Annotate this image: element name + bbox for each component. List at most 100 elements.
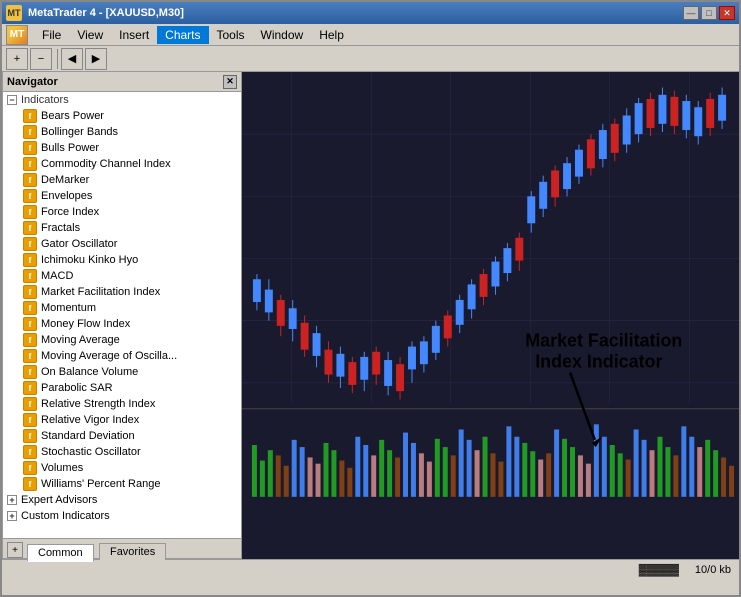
menu-help[interactable]: Help <box>311 26 352 44</box>
nav-item-cci[interactable]: f Commodity Channel Index <box>3 156 241 172</box>
navigator-content[interactable]: − Indicators f Bears Power f Bollinger B… <box>3 92 241 538</box>
nav-item-label: Moving Average <box>41 334 120 346</box>
navigator-tabs: + Common Favorites <box>3 538 241 558</box>
nav-item-envelopes[interactable]: f Envelopes <box>3 188 241 204</box>
indicator-icon: f <box>23 205 37 219</box>
menu-file[interactable]: File <box>34 26 69 44</box>
nav-item-label: Market Facilitation Index <box>41 286 160 298</box>
indicator-icon: f <box>23 317 37 331</box>
nav-item-label: Relative Vigor Index <box>41 414 139 426</box>
indicator-icon: f <box>23 365 37 379</box>
indicator-icon: f <box>23 109 37 123</box>
nav-item-label: Bulls Power <box>41 142 99 154</box>
expert-advisors-header[interactable]: + Expert Advisors <box>3 492 241 508</box>
navigator-close-button[interactable]: ✕ <box>223 75 237 89</box>
indicator-icon: f <box>23 285 37 299</box>
indicators-section-header[interactable]: − Indicators <box>3 92 241 108</box>
title-bar-left: MT MetaTrader 4 - [XAUUSD,M30] <box>6 5 184 21</box>
nav-item-mao[interactable]: f Moving Average of Oscilla... <box>3 348 241 364</box>
menu-insert[interactable]: Insert <box>111 26 157 44</box>
nav-item-money-flow[interactable]: f Money Flow Index <box>3 316 241 332</box>
tab-common[interactable]: Common <box>27 544 94 562</box>
indicator-icon: f <box>23 125 37 139</box>
nav-item-label: Williams' Percent Range <box>41 478 160 490</box>
menu-window[interactable]: Window <box>253 26 312 44</box>
nav-item-stochastic[interactable]: f Stochastic Oscillator <box>3 444 241 460</box>
nav-item-bollinger-bands[interactable]: f Bollinger Bands <box>3 124 241 140</box>
maximize-button[interactable]: □ <box>701 6 717 20</box>
navigator-panel: Navigator ✕ − Indicators f Bears Power f… <box>2 72 242 559</box>
nav-item-demarker[interactable]: f DeMarker <box>3 172 241 188</box>
nav-item-sar[interactable]: f Parabolic SAR <box>3 380 241 396</box>
indicator-icon: f <box>23 381 37 395</box>
nav-item-label: On Balance Volume <box>41 366 138 378</box>
nav-item-label: Commodity Channel Index <box>41 158 171 170</box>
indicator-icon: f <box>23 237 37 251</box>
indicator-icon: f <box>23 157 37 171</box>
indicator-icon: f <box>23 477 37 491</box>
minimize-button[interactable]: — <box>683 6 699 20</box>
tab-favorites[interactable]: Favorites <box>99 543 166 560</box>
menu-bar: MT File View Insert Charts Tools Window … <box>2 24 739 46</box>
nav-item-gator[interactable]: f Gator Oscillator <box>3 236 241 252</box>
title-bar-buttons: — □ ✕ <box>683 6 735 20</box>
nav-item-ichimoku[interactable]: f Ichimoku Kinko Hyo <box>3 252 241 268</box>
menu-view[interactable]: View <box>69 26 111 44</box>
toolbar-btn-1[interactable]: + <box>6 48 28 70</box>
close-button[interactable]: ✕ <box>719 6 735 20</box>
toolbar-btn-3[interactable]: ◀ <box>61 48 83 70</box>
nav-item-macd[interactable]: f MACD <box>3 268 241 284</box>
nav-item-label: Bears Power <box>41 110 104 122</box>
title-bar-title: MetaTrader 4 - [XAUUSD,M30] <box>28 7 184 19</box>
nav-item-label: Momentum <box>41 302 96 314</box>
indicator-icon: f <box>23 397 37 411</box>
nav-item-label: Ichimoku Kinko Hyo <box>41 254 138 266</box>
menu-charts[interactable]: Charts <box>157 26 208 44</box>
chart-svg: Market Facilitation Index Indicator <box>242 72 739 559</box>
ci-toggle[interactable]: + <box>7 511 17 521</box>
nav-add-button[interactable]: + <box>7 542 23 558</box>
nav-item-label: Fractals <box>41 222 80 234</box>
status-bar: ▓▓▓▓▓ 10/0 kb <box>2 559 739 579</box>
indicator-icon: f <box>23 461 37 475</box>
toolbar-btn-4[interactable]: ▶ <box>85 48 107 70</box>
nav-item-ma[interactable]: f Moving Average <box>3 332 241 348</box>
nav-item-fractals[interactable]: f Fractals <box>3 220 241 236</box>
indicator-icon: f <box>23 413 37 427</box>
nav-item-bears-power[interactable]: f Bears Power <box>3 108 241 124</box>
menu-items: File View Insert Charts Tools Window Hel… <box>34 26 352 44</box>
nav-item-rsi[interactable]: f Relative Strength Index <box>3 396 241 412</box>
navigator-header: Navigator ✕ <box>3 72 241 92</box>
app-icon: MT <box>6 5 22 21</box>
nav-item-label: Force Index <box>41 206 99 218</box>
custom-indicators-section: + Custom Indicators <box>3 508 241 524</box>
nav-item-volumes[interactable]: f Volumes <box>3 460 241 476</box>
toolbar-btn-2[interactable]: − <box>30 48 52 70</box>
nav-item-wpr[interactable]: f Williams' Percent Range <box>3 476 241 492</box>
nav-item-force-index[interactable]: f Force Index <box>3 204 241 220</box>
navigator-title: Navigator <box>7 76 58 88</box>
indicator-icon: f <box>23 253 37 267</box>
indicators-section: − Indicators f Bears Power f Bollinger B… <box>3 92 241 492</box>
svg-text:Market Facilitation: Market Facilitation <box>525 329 682 350</box>
nav-item-label: MACD <box>41 270 73 282</box>
custom-indicators-header[interactable]: + Custom Indicators <box>3 508 241 524</box>
nav-item-rvi[interactable]: f Relative Vigor Index <box>3 412 241 428</box>
nav-item-label: Volumes <box>41 462 83 474</box>
nav-item-momentum[interactable]: f Momentum <box>3 300 241 316</box>
indicators-toggle[interactable]: − <box>7 95 17 105</box>
chart-area[interactable]: Market Facilitation Index Indicator <box>242 72 739 559</box>
indicator-icon: f <box>23 173 37 187</box>
nav-item-std-dev[interactable]: f Standard Deviation <box>3 428 241 444</box>
menu-tools[interactable]: Tools <box>209 26 253 44</box>
nav-item-mfi[interactable]: f Market Facilitation Index <box>3 284 241 300</box>
indicator-icon: f <box>23 221 37 235</box>
nav-item-label: Moving Average of Oscilla... <box>41 350 177 362</box>
nav-item-obv[interactable]: f On Balance Volume <box>3 364 241 380</box>
nav-item-label: Gator Oscillator <box>41 238 117 250</box>
nav-item-label: Standard Deviation <box>41 430 135 442</box>
indicator-icon: f <box>23 301 37 315</box>
nav-item-bulls-power[interactable]: f Bulls Power <box>3 140 241 156</box>
ea-toggle[interactable]: + <box>7 495 17 505</box>
indicator-icon: f <box>23 445 37 459</box>
